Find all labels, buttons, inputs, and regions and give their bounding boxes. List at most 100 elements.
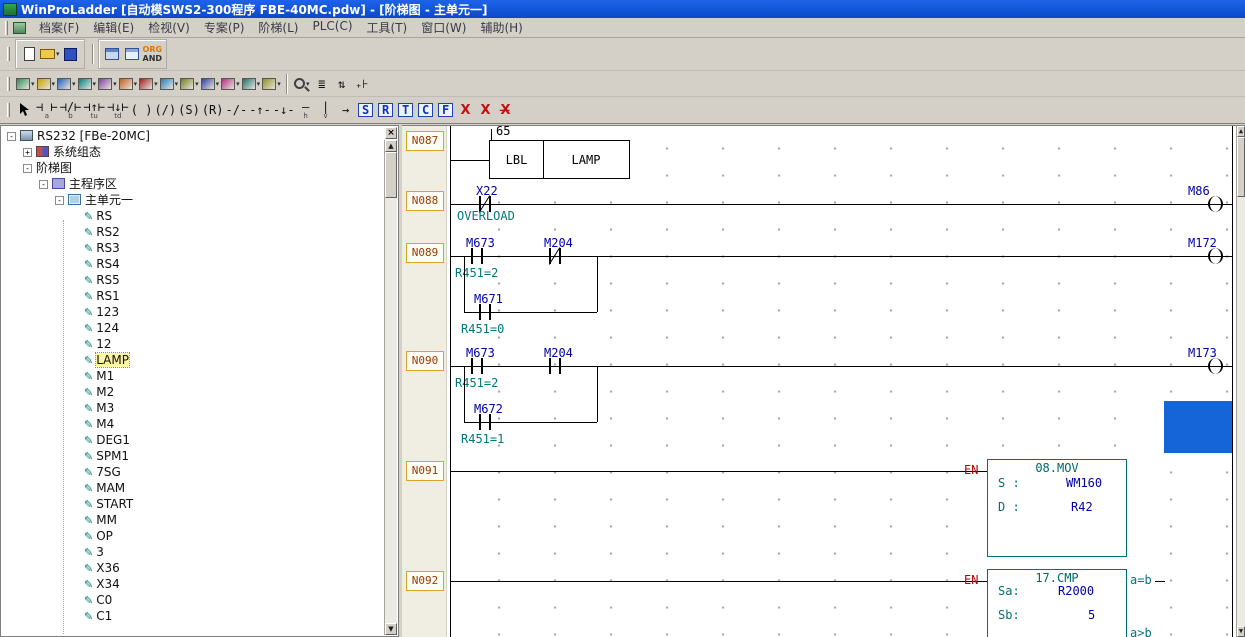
menu-item-0[interactable]: 档案(F) (32, 17, 86, 38)
panel-close-button[interactable]: × (385, 127, 397, 139)
scroll-up-icon[interactable]: ▲ (385, 140, 397, 152)
scroll-up-icon[interactable]: ▲ (1237, 126, 1245, 137)
tree-item-rs[interactable]: ✎RS (3, 208, 383, 224)
coil-m173[interactable] (1208, 358, 1223, 374)
memory-view-button[interactable]: ▾ (261, 72, 282, 96)
function-button[interactable]: F (436, 98, 456, 122)
io-status-button[interactable]: ▾ (241, 72, 262, 96)
counter-button[interactable]: C (416, 98, 436, 122)
tree-item-rs4[interactable]: ✎RS4 (3, 256, 383, 272)
tree-item-c0[interactable]: ✎C0 (3, 592, 383, 608)
open-file-button[interactable]: ▾ (39, 42, 61, 66)
status-page-button[interactable] (122, 42, 142, 66)
contact-m673[interactable] (471, 248, 483, 264)
tree-item-m2[interactable]: ✎M2 (3, 384, 383, 400)
dropdown-icon[interactable]: ▾ (236, 80, 240, 88)
document-icon[interactable] (13, 22, 26, 34)
invert-button[interactable]: -/- (225, 98, 249, 122)
ladder-window-button[interactable] (102, 42, 122, 66)
find-network-button[interactable]: ▾ (77, 72, 98, 96)
find-element-button[interactable]: ▾ (56, 72, 77, 96)
contact-rising-button[interactable]: ⊣↑⊢tu (82, 98, 106, 122)
contact-m672[interactable] (479, 414, 491, 430)
collapse-icon[interactable]: - (55, 196, 64, 205)
menu-item-1[interactable]: 编辑(E) (86, 17, 141, 38)
function-block-cmp[interactable]: 17.CMP Sa: R2000 Sb: 5 (987, 569, 1127, 637)
dropdown-icon[interactable]: ▾ (134, 80, 138, 88)
dropdown-icon[interactable]: ▾ (154, 80, 158, 88)
timer-button[interactable]: T (396, 98, 416, 122)
expand-icon[interactable]: + (23, 148, 32, 157)
scrollbar-thumb[interactable] (385, 152, 397, 198)
dropdown-icon[interactable]: ▾ (31, 80, 35, 88)
tree-item-rs5[interactable]: ✎RS5 (3, 272, 383, 288)
network-label-n089[interactable]: N089 (406, 243, 444, 263)
zoom-button[interactable]: ▾ (292, 72, 312, 96)
tree-item-123[interactable]: ✎123 (3, 304, 383, 320)
tree-item-x34[interactable]: ✎X34 (3, 576, 383, 592)
contact-falling-button[interactable]: ⊣↓⊢td (106, 98, 130, 122)
tree-item-lamp[interactable]: ✎LAMP (3, 352, 383, 368)
new-file-button[interactable] (19, 42, 39, 66)
falling-edge-button[interactable]: -↓- (272, 98, 296, 122)
ladder-monitor-button[interactable]: ▾ (36, 72, 57, 96)
coil-m172[interactable] (1208, 248, 1223, 264)
menu-item-7[interactable]: 窗口(W) (414, 17, 473, 38)
dropdown-icon[interactable]: ▾ (175, 80, 179, 88)
tree-item--[interactable]: +系统组态 (3, 144, 383, 160)
run-plc-button[interactable]: ▾ (179, 72, 200, 96)
tree-item-c1[interactable]: ✎C1 (3, 608, 383, 624)
tree-item-x36[interactable]: ✎X36 (3, 560, 383, 576)
tree-item-mm[interactable]: ✎MM (3, 512, 383, 528)
program-check-button[interactable]: ▾ (159, 72, 180, 96)
status-monitor-button[interactable]: ▾ (15, 72, 36, 96)
tree-item--[interactable]: -阶梯图 (3, 160, 383, 176)
scrollbar-thumb[interactable] (1237, 137, 1245, 197)
scroll-down-icon[interactable]: ▼ (1237, 626, 1245, 637)
rising-edge-button[interactable]: -↑- (248, 98, 272, 122)
coil-m86[interactable] (1208, 196, 1223, 212)
network-label-n087[interactable]: N087 (406, 131, 444, 151)
ladder-scrollbar[interactable]: ▲ ▼ (1236, 126, 1245, 637)
dropdown-icon[interactable]: ▾ (93, 80, 97, 88)
tree-item-deg1[interactable]: ✎DEG1 (3, 432, 383, 448)
coil-out-button[interactable]: ( ) (130, 98, 154, 122)
step-return-button[interactable]: R (376, 98, 396, 122)
tree-item-124[interactable]: ✎124 (3, 320, 383, 336)
tree-item-mam[interactable]: ✎MAM (3, 480, 383, 496)
dropdown-icon[interactable]: ▾ (113, 80, 117, 88)
replace-element-button[interactable]: ▾ (97, 72, 118, 96)
dropdown-icon[interactable]: ▾ (257, 80, 261, 88)
delete-element-button[interactable]: X (456, 98, 476, 122)
menu-item-3[interactable]: 专案(P) (197, 17, 252, 38)
tree-item-m4[interactable]: ✎M4 (3, 416, 383, 432)
tree-item-m3[interactable]: ✎M3 (3, 400, 383, 416)
contact-no-button[interactable]: ⊣ ⊢a (35, 98, 59, 122)
dropdown-icon[interactable]: ▾ (72, 80, 76, 88)
step-instruction-button[interactable]: S (356, 98, 376, 122)
menu-item-4[interactable]: 阶梯(L) (251, 17, 305, 38)
tree-item-start[interactable]: ✎START (3, 496, 383, 512)
lbl-block[interactable]: LBL LAMP (489, 140, 630, 179)
tree-item-rs232-fbe-20mc-[interactable]: -RS232 [FBe-20MC] (3, 128, 383, 144)
tree-item-op[interactable]: ✎OP (3, 528, 383, 544)
toolbar-grip[interactable] (5, 21, 8, 35)
dropdown-icon[interactable]: ▾ (56, 50, 60, 58)
instruction-display-button[interactable]: ORGAND (142, 42, 164, 66)
element-comment-button[interactable]: ▾ (118, 72, 139, 96)
tree-item-7sg[interactable]: ✎7SG (3, 464, 383, 480)
coil-reset-button[interactable]: (R) (201, 98, 225, 122)
tree-item-rs1[interactable]: ✎RS1 (3, 288, 383, 304)
tree-item-12[interactable]: ✎12 (3, 336, 383, 352)
tree-item-rs3[interactable]: ✎RS3 (3, 240, 383, 256)
menu-item-2[interactable]: 检视(V) (141, 17, 197, 38)
ladder-editor[interactable]: N087 N088 N089 N090 N091 N092 65 LBL LAM… (402, 125, 1245, 637)
collapse-icon[interactable]: - (23, 164, 32, 173)
network-label-n088[interactable]: N088 (406, 191, 444, 211)
stop-plc-button[interactable]: ▾ (200, 72, 221, 96)
contact-m204[interactable] (549, 358, 561, 374)
online-edit-button[interactable]: ▾ (220, 72, 241, 96)
select-pointer-button[interactable] (15, 98, 35, 122)
contact-m671[interactable] (479, 304, 491, 320)
edit-cursor[interactable] (1164, 401, 1232, 453)
